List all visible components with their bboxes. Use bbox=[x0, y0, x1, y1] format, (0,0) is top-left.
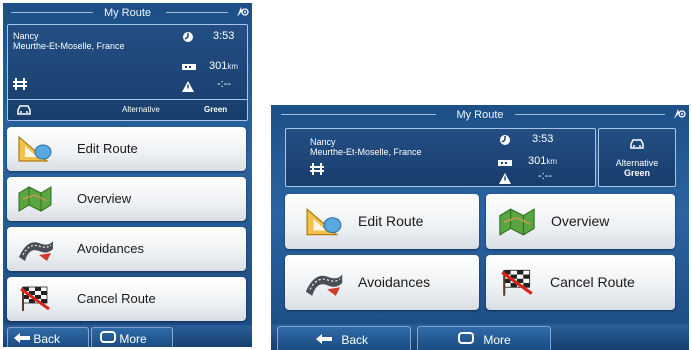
page-title: My Route bbox=[103, 7, 152, 19]
delay-value: -:-- bbox=[538, 170, 553, 182]
checkered-flag-icon bbox=[20, 286, 50, 311]
title-line-left bbox=[11, 12, 93, 13]
delay-value: -:-- bbox=[217, 78, 232, 90]
route-method-label: Alternative bbox=[615, 158, 659, 168]
map-icon bbox=[499, 208, 535, 236]
title-bar: My Route bbox=[3, 3, 252, 21]
page-title: My Route bbox=[456, 109, 504, 121]
portrait-screen: My Route Nancy Meurthe-Et-Moselle, Franc… bbox=[3, 3, 252, 347]
back-label: Back bbox=[341, 332, 369, 347]
cancel-route-label: Cancel Route bbox=[77, 291, 156, 306]
more-button[interactable]: More bbox=[91, 327, 173, 347]
more-button[interactable]: More bbox=[417, 326, 551, 350]
more-icon bbox=[458, 328, 474, 350]
warning-icon bbox=[182, 79, 194, 97]
ruler-triangle-icon bbox=[306, 207, 342, 236]
bottom-bar: Back More bbox=[271, 324, 689, 350]
title-line-right bbox=[166, 12, 228, 13]
avoidances-label: Avoidances bbox=[77, 241, 144, 256]
clock-icon bbox=[182, 30, 194, 48]
route-method-row[interactable]: Alternative Green bbox=[8, 100, 247, 120]
cancel-route-button[interactable]: Cancel Route bbox=[486, 255, 675, 310]
car-icon bbox=[16, 103, 32, 121]
edit-route-label: Edit Route bbox=[77, 141, 138, 156]
route-info-panel: Nancy Meurthe-Et-Moselle, France 3:53 30… bbox=[285, 128, 596, 187]
title-line-left bbox=[281, 114, 436, 115]
more-label: More bbox=[483, 332, 511, 347]
road-icon bbox=[19, 241, 53, 261]
route-method-panel[interactable]: Alternative Green bbox=[598, 128, 676, 187]
highway-icon bbox=[310, 162, 324, 181]
back-button[interactable]: Back bbox=[7, 327, 89, 347]
destination-region: Meurthe-Et-Moselle, France bbox=[310, 147, 422, 157]
route-info-panel: Nancy Meurthe-Et-Moselle, France 3:53 30… bbox=[7, 24, 248, 121]
back-arrow-icon bbox=[14, 329, 30, 347]
cancel-route-button[interactable]: Cancel Route bbox=[7, 277, 246, 321]
bottom-bar: Back More bbox=[3, 325, 252, 347]
distance-unit: km bbox=[227, 62, 239, 71]
overview-button[interactable]: Overview bbox=[7, 177, 246, 221]
route-method-label: Alternative bbox=[122, 105, 160, 114]
cancel-route-label: Cancel Route bbox=[550, 274, 635, 290]
eta-time: 3:53 bbox=[213, 30, 235, 42]
landscape-screen: My Route Nancy Meurthe-Et-Moselle, Franc… bbox=[271, 105, 689, 350]
edit-route-button[interactable]: Edit Route bbox=[285, 194, 479, 249]
edit-route-label: Edit Route bbox=[358, 213, 424, 229]
route-method-value: Green bbox=[623, 168, 650, 178]
destination-region: Meurthe-Et-Moselle, France bbox=[13, 41, 125, 51]
road-icon bbox=[305, 274, 343, 296]
ruler-triangle-icon bbox=[18, 135, 52, 162]
title-line-right bbox=[515, 114, 665, 115]
back-arrow-icon bbox=[316, 328, 332, 350]
gps-icon bbox=[672, 107, 686, 121]
route-method-value: Green bbox=[204, 105, 228, 114]
avoidances-button[interactable]: Avoidances bbox=[7, 227, 246, 271]
warning-icon bbox=[499, 171, 511, 189]
overview-label: Overview bbox=[551, 213, 610, 229]
eta-time: 3:53 bbox=[532, 133, 554, 145]
distance-value: 301 bbox=[528, 155, 547, 167]
title-bar: My Route bbox=[271, 105, 689, 123]
destination-city: Nancy bbox=[310, 137, 336, 147]
back-button[interactable]: Back bbox=[277, 326, 411, 350]
map-icon bbox=[18, 186, 52, 212]
distance-icon bbox=[182, 58, 196, 76]
distance-icon bbox=[498, 154, 512, 172]
car-icon bbox=[629, 137, 645, 155]
overview-label: Overview bbox=[77, 191, 132, 206]
destination-city: Nancy bbox=[13, 31, 39, 41]
gps-icon bbox=[235, 5, 249, 19]
overview-button[interactable]: Overview bbox=[486, 194, 675, 249]
more-icon bbox=[100, 329, 116, 347]
highway-icon bbox=[13, 77, 27, 96]
edit-route-button[interactable]: Edit Route bbox=[7, 127, 246, 171]
distance-unit: km bbox=[546, 157, 558, 166]
back-label: Back bbox=[33, 331, 61, 346]
distance-value: 301 bbox=[209, 60, 228, 72]
clock-icon bbox=[499, 133, 511, 151]
avoidances-label: Avoidances bbox=[358, 274, 431, 290]
avoidances-button[interactable]: Avoidances bbox=[285, 255, 479, 310]
checkered-flag-icon bbox=[501, 269, 533, 296]
more-label: More bbox=[119, 331, 147, 346]
